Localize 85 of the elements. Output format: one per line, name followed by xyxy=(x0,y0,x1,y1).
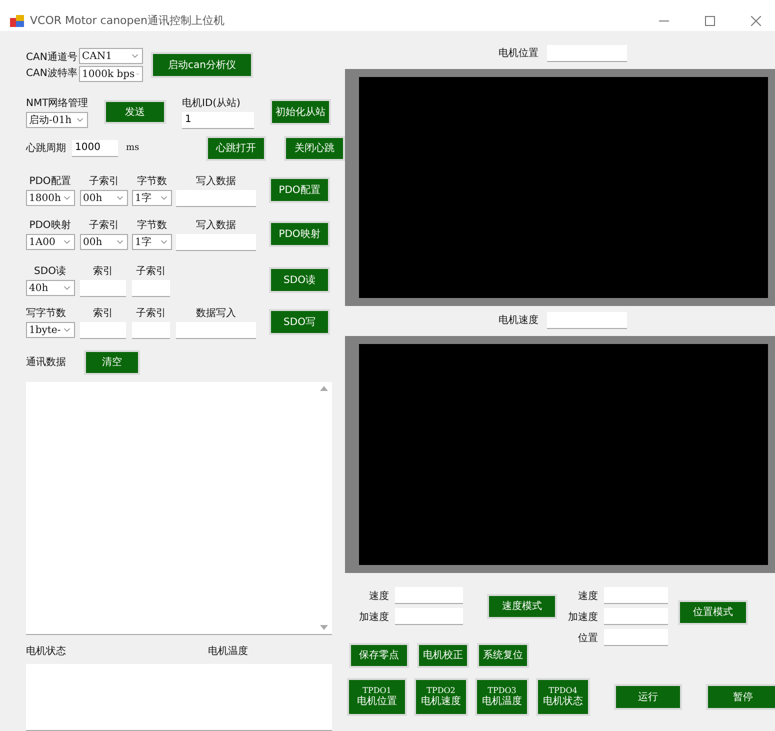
dropdown[interactable]: 1字 xyxy=(132,190,172,206)
text-field[interactable] xyxy=(176,234,256,250)
action-button[interactable]: 系统复位 xyxy=(477,643,529,668)
dropdown[interactable]: 1字 xyxy=(132,234,172,250)
dropdown[interactable]: 00h xyxy=(80,234,128,250)
text-field[interactable] xyxy=(80,322,126,338)
action-button[interactable]: 初始化从站 xyxy=(270,99,331,125)
text-field[interactable]: 1000 xyxy=(72,140,118,156)
field-label: 写字节数 xyxy=(26,306,67,320)
tpdo-button[interactable]: TPDO2 电机速度 xyxy=(414,678,468,716)
action-button[interactable]: 速度模式 xyxy=(487,594,557,618)
scroll-up-icon[interactable] xyxy=(320,386,328,390)
field-label: 电机速度 xyxy=(498,314,538,327)
field-label: 电机温度 xyxy=(208,644,248,658)
action-button[interactable]: 清空 xyxy=(84,350,140,374)
field-label: 子索引 xyxy=(135,264,167,278)
text-field[interactable] xyxy=(395,608,463,625)
action-button[interactable]: 发送 xyxy=(104,100,166,124)
field-label: CAN波特率 xyxy=(26,66,78,80)
text-field[interactable]: 1 xyxy=(182,112,254,128)
action-button[interactable]: 关闭心跳 xyxy=(284,136,345,160)
dropdown[interactable]: 40h xyxy=(26,280,75,296)
window-title: VCOR Motor canopen通讯控制上位机 xyxy=(30,13,226,28)
scroll-down-icon[interactable] xyxy=(320,624,328,630)
field-label: 加速度 xyxy=(359,612,389,622)
field-label: 速度 xyxy=(369,590,389,602)
text-field[interactable] xyxy=(395,587,463,604)
action-button[interactable]: 电机校正 xyxy=(417,643,469,668)
tpdo-button[interactable]: TPDO1 电机位置 xyxy=(347,678,407,716)
text-field[interactable] xyxy=(80,280,126,296)
action-button[interactable]: 运行 xyxy=(614,684,682,710)
field-label: 索引 xyxy=(92,264,114,278)
tpdo-button[interactable]: TPDO4 电机状态 xyxy=(536,678,590,716)
field-label: 子索引 xyxy=(88,218,120,232)
field-label: 电机状态 xyxy=(26,644,67,658)
dropdown[interactable]: CAN1 xyxy=(79,48,143,64)
field-label: CAN通道号 xyxy=(26,50,78,64)
text-field[interactable] xyxy=(132,280,170,296)
field-label: 位置 xyxy=(578,632,598,644)
field-label: 数据写入 xyxy=(195,306,237,320)
close-icon[interactable] xyxy=(751,16,761,26)
action-button[interactable]: SDO读 xyxy=(269,267,330,293)
field-label: 写入数据 xyxy=(195,218,237,232)
dropdown[interactable]: 1000k bps xyxy=(79,66,143,82)
field-label: 字节数 xyxy=(136,174,168,188)
field-label: 字节数 xyxy=(136,218,168,232)
field-label: 子索引 xyxy=(135,306,167,320)
text-field[interactable] xyxy=(604,608,668,625)
text-field[interactable] xyxy=(546,44,626,62)
action-button[interactable]: PDO映射 xyxy=(269,221,330,247)
field-label: NMT网络管理 xyxy=(26,97,90,110)
dropdown[interactable]: 1byte- xyxy=(26,322,75,338)
action-button[interactable]: 暂停 xyxy=(706,684,775,710)
field-label: 速度 xyxy=(578,590,598,602)
field-label: 索引 xyxy=(92,306,114,320)
text-field[interactable] xyxy=(604,629,668,646)
field-label: 电机位置 xyxy=(498,46,538,60)
maximize-icon[interactable] xyxy=(705,16,715,26)
tpdo-button[interactable]: TPDO3 电机温度 xyxy=(475,678,529,716)
field-label: SDO读 xyxy=(33,264,67,278)
field-label: 通讯数据 xyxy=(26,356,67,369)
action-button[interactable]: 启动can分析仪 xyxy=(151,52,253,78)
unit-label: ms xyxy=(125,143,140,153)
dropdown[interactable]: 启动-01h xyxy=(26,112,88,128)
text-field[interactable] xyxy=(176,322,256,338)
text-field[interactable] xyxy=(546,312,626,328)
dropdown[interactable]: 1A00 xyxy=(26,234,75,250)
field-label: PDO配置 xyxy=(28,174,72,188)
action-button[interactable]: SDO写 xyxy=(269,309,330,335)
field-label: 写入数据 xyxy=(195,174,237,188)
field-label: 心跳周期 xyxy=(26,142,67,155)
field-label: 电机ID(从站) xyxy=(182,96,242,110)
text-field[interactable] xyxy=(176,190,256,206)
text-field[interactable] xyxy=(132,322,170,338)
field-label: 加速度 xyxy=(568,612,598,622)
dropdown[interactable]: 00h xyxy=(80,190,128,206)
action-button[interactable]: 位置模式 xyxy=(678,600,748,624)
app-icon xyxy=(10,14,24,26)
field-label: PDO映射 xyxy=(28,218,72,232)
text-field[interactable] xyxy=(604,587,668,604)
action-button[interactable]: 心跳打开 xyxy=(206,136,266,160)
action-button[interactable]: PDO配置 xyxy=(269,177,330,203)
field-label: 子索引 xyxy=(88,174,120,188)
dropdown[interactable]: 1800h xyxy=(26,190,75,206)
action-button[interactable]: 保存零点 xyxy=(349,643,409,668)
